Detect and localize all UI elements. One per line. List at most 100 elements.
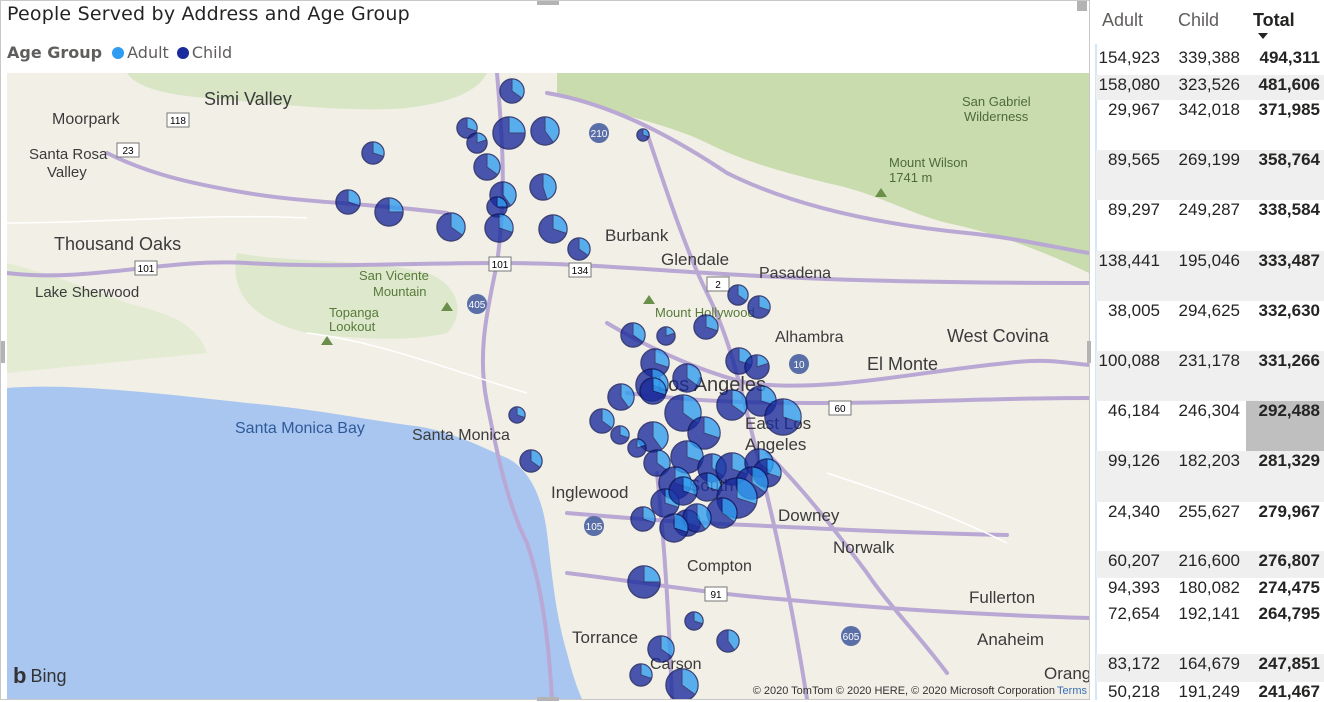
pie-marker[interactable] [484,213,514,243]
table-row[interactable]: 83,172 164,679 247,851 [1096,654,1324,682]
column-header-total[interactable]: Total [1253,10,1295,31]
cell-child: 195,046 [1178,251,1240,270]
legend-dot-child [176,46,189,59]
column-header-adult[interactable]: Adult [1102,10,1143,31]
table-row[interactable]: 46,184 246,304 292,488 [1096,401,1324,451]
terms-link[interactable]: Terms [1057,685,1087,697]
legend: Age Group Adult Child [7,43,240,62]
pie-marker[interactable] [668,476,698,506]
pie-marker[interactable] [607,383,635,411]
column-header-child[interactable]: Child [1178,10,1219,31]
cell-total: 281,329 [1258,451,1320,470]
pie-marker[interactable] [629,663,653,687]
resize-handle-right[interactable] [1087,341,1091,363]
pie-marker[interactable] [519,449,543,473]
cell-adult: 154,923 [1098,48,1160,67]
pie-marker[interactable] [630,506,656,532]
cell-child: 180,082 [1178,578,1240,597]
pie-marker[interactable] [706,497,738,529]
pie-marker[interactable] [529,173,557,201]
resize-handle-left[interactable] [1,341,5,363]
pie-marker[interactable] [647,635,675,663]
table-row[interactable]: 29,967 342,018 371,985 [1096,100,1324,150]
table-row[interactable]: 89,297 249,287 338,584 [1096,200,1324,251]
pie-marker[interactable] [639,377,667,405]
pie-marker[interactable] [627,565,661,599]
legend-item-child[interactable]: Child [176,43,233,62]
cell-adult: 89,297 [1108,200,1160,219]
cell-total: 274,475 [1258,578,1320,597]
cell-adult: 46,184 [1108,401,1160,420]
pie-marker[interactable] [499,78,525,104]
legend-title: Age Group [7,43,103,62]
table-row[interactable]: 99,126 182,203 281,329 [1096,451,1324,502]
cell-total: 247,851 [1258,654,1320,673]
resize-handle-bottom[interactable] [537,697,559,701]
table-row[interactable]: 94,393 180,082 274,475 [1096,578,1324,604]
table-row[interactable]: 24,340 255,627 279,967 [1096,502,1324,551]
pie-marker[interactable] [665,668,699,699]
pie-marker[interactable] [473,153,501,181]
pie-marker[interactable] [684,611,704,631]
pie-marker[interactable] [764,398,802,436]
pie-markers-layer[interactable] [7,73,1089,699]
legend-dot-adult [112,46,125,59]
pie-marker[interactable] [335,189,361,215]
cell-adult: 83,172 [1108,654,1160,673]
table-row[interactable]: 38,005 294,625 332,630 [1096,301,1324,351]
cell-adult: 100,088 [1098,351,1160,370]
table-row[interactable]: 158,080 323,526 481,606 [1096,75,1324,100]
pie-marker[interactable] [627,438,647,458]
pie-marker[interactable] [672,363,702,393]
pie-marker[interactable] [636,128,650,142]
cell-child: 249,287 [1178,200,1240,219]
pie-marker[interactable] [716,629,740,653]
pie-marker[interactable] [716,389,748,421]
table-row[interactable]: 138,441 195,046 333,487 [1096,251,1324,301]
pie-marker[interactable] [610,425,630,445]
pie-marker[interactable] [492,116,526,150]
sort-descending-icon[interactable] [1258,33,1268,39]
pie-marker[interactable] [374,197,404,227]
legend-label-child: Child [191,43,233,62]
cell-adult: 72,654 [1108,604,1160,623]
pie-marker[interactable] [620,322,646,348]
legend-item-adult[interactable]: Adult [112,43,169,62]
cell-adult: 29,967 [1108,100,1160,119]
cell-total: 279,967 [1258,502,1320,521]
resize-handle-top-right[interactable] [1077,1,1087,11]
pie-marker[interactable] [693,314,719,340]
cell-child: 294,625 [1178,301,1240,320]
table-row[interactable]: 60,207 216,600 276,807 [1096,551,1324,578]
cell-child: 246,304 [1178,401,1240,420]
pie-marker[interactable] [466,132,488,154]
map-canvas[interactable]: Simi Valley Moorpark Santa Rosa Valley T… [7,73,1089,699]
pie-marker[interactable] [589,408,615,434]
pie-marker[interactable] [656,326,676,346]
table-row[interactable]: 72,654 192,141 264,795 [1096,604,1324,654]
pie-marker[interactable] [508,406,526,424]
cell-total: 264,795 [1258,604,1320,623]
resize-handle-top[interactable] [537,1,559,5]
table-row[interactable]: 50,218 191,249 241,467 [1096,682,1324,701]
pie-marker[interactable] [436,212,466,242]
table-row[interactable]: 154,923 339,388 494,311 [1096,48,1324,75]
cell-child: 216,600 [1178,551,1240,570]
pie-marker[interactable] [727,284,749,306]
table-row[interactable]: 100,088 231,178 331,266 [1096,351,1324,401]
bing-b-icon: b [13,663,27,688]
pie-marker[interactable] [659,513,689,543]
pie-marker[interactable] [530,116,560,146]
pie-marker[interactable] [744,354,770,380]
cell-total: 276,807 [1258,551,1320,570]
pie-marker[interactable] [361,141,385,165]
pie-marker[interactable] [747,295,771,319]
table-row[interactable]: 89,565 269,199 358,764 [1096,150,1324,200]
cell-adult: 60,207 [1108,551,1160,570]
visual-title: People Served by Address and Age Group [7,3,410,25]
cell-total: 494,311 [1259,48,1320,67]
cell-child: 191,249 [1178,682,1240,701]
map-visual[interactable]: People Served by Address and Age Group A… [0,0,1091,701]
pie-marker[interactable] [567,237,591,261]
pie-marker[interactable] [538,214,568,244]
